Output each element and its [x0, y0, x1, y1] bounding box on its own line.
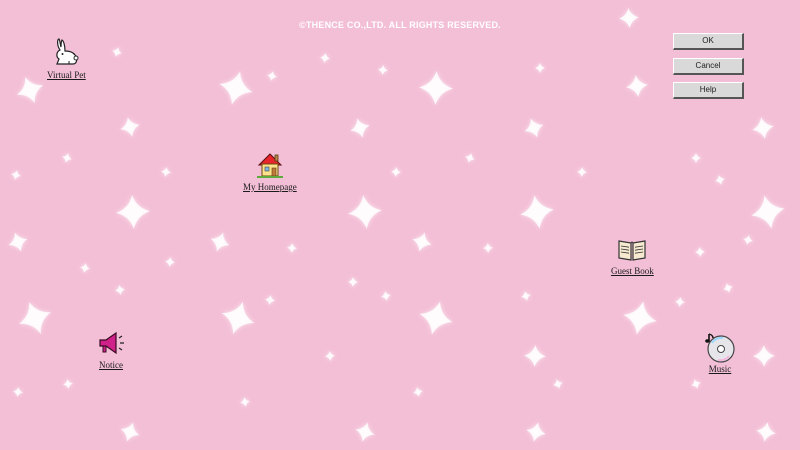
sparkle-star — [19, 302, 51, 334]
notice-label: Notice — [99, 360, 123, 370]
sparkle-star — [221, 301, 255, 335]
sparkle-star — [165, 257, 175, 267]
sparkle-star — [412, 232, 432, 252]
notice-shortcut[interactable]: Notice — [94, 326, 128, 370]
sparkle-star — [419, 301, 453, 335]
sparkle-star — [675, 297, 685, 307]
megaphone-icon — [99, 331, 124, 355]
rabbit-icon — [56, 38, 79, 65]
sparkle-star — [378, 65, 388, 75]
sparkle-star — [265, 295, 275, 305]
sparkle-star — [623, 301, 657, 335]
sparkle-star — [743, 235, 753, 245]
sparkle-star — [320, 53, 330, 63]
guest-book-label: Guest Book — [611, 266, 654, 276]
sparkle-star — [350, 118, 370, 138]
sparkle-star — [13, 387, 23, 397]
sparkle-star — [553, 379, 563, 389]
sparkle-star — [691, 379, 701, 389]
sparkle-star — [577, 167, 587, 177]
music-label: Music — [708, 364, 732, 374]
cd-icon — [705, 333, 735, 363]
sparkle-star — [80, 263, 90, 273]
ok-button[interactable]: OK — [673, 33, 744, 50]
my-homepage-shortcut[interactable]: My Homepage — [243, 148, 297, 192]
sparkle-star — [526, 422, 546, 442]
sparkle-star — [413, 387, 423, 397]
sparkle-star — [267, 71, 277, 81]
sparkle-star — [753, 345, 775, 367]
music-shortcut[interactable]: Music — [703, 330, 737, 374]
guest-book-shortcut[interactable]: Guest Book — [611, 232, 654, 276]
sparkle-star — [161, 167, 171, 177]
sparkle-star — [219, 71, 253, 105]
sparkle-star — [419, 71, 453, 105]
virtual-pet-shortcut[interactable]: Virtual Pet — [47, 36, 86, 80]
my-homepage-label: My Homepage — [243, 182, 297, 192]
sparkle-star — [691, 153, 701, 163]
sparkle-star — [115, 285, 125, 295]
sparkle-star — [723, 283, 733, 293]
sparkle-star — [348, 195, 382, 229]
sparkle-star — [210, 232, 230, 252]
sparkle-star — [112, 47, 122, 57]
sparkle-star — [120, 117, 140, 137]
sparkle-star — [695, 247, 705, 257]
sparkle-star — [715, 175, 725, 185]
sparkle-star — [240, 397, 250, 407]
sparkle-star — [756, 422, 776, 442]
sparkle-star — [381, 291, 391, 301]
sparkle-star — [325, 351, 335, 361]
house-icon — [256, 153, 283, 178]
sparkle-star — [521, 291, 531, 301]
sparkle-star — [391, 167, 401, 177]
sparkle-star — [287, 243, 297, 253]
sparkle-star — [524, 345, 546, 367]
sparkle-star — [8, 232, 28, 252]
sparkle-star — [355, 422, 375, 442]
sparkle-star — [16, 76, 44, 104]
sparkle-star — [752, 117, 774, 139]
sparkle-star — [62, 153, 72, 163]
sparkle-star — [483, 243, 493, 253]
help-button[interactable]: Help — [673, 82, 744, 99]
sparkle-star — [535, 63, 545, 73]
sparkle-star — [11, 170, 21, 180]
sparkle-star — [751, 195, 785, 229]
sparkle-star — [116, 195, 150, 229]
copyright-text: ©THENCE CO.,LTD. ALL RIGHTS RESERVED. — [299, 20, 501, 30]
sparkle-star — [348, 277, 358, 287]
sparkle-star — [465, 153, 475, 163]
book-icon — [618, 240, 646, 261]
virtual-pet-label: Virtual Pet — [47, 70, 86, 80]
sparkle-star — [524, 118, 544, 138]
sparkle-star — [520, 195, 554, 229]
sparkle-star — [63, 379, 73, 389]
sparkle-star — [626, 75, 648, 97]
cancel-button[interactable]: Cancel — [673, 58, 744, 75]
sparkle-star — [120, 422, 140, 442]
